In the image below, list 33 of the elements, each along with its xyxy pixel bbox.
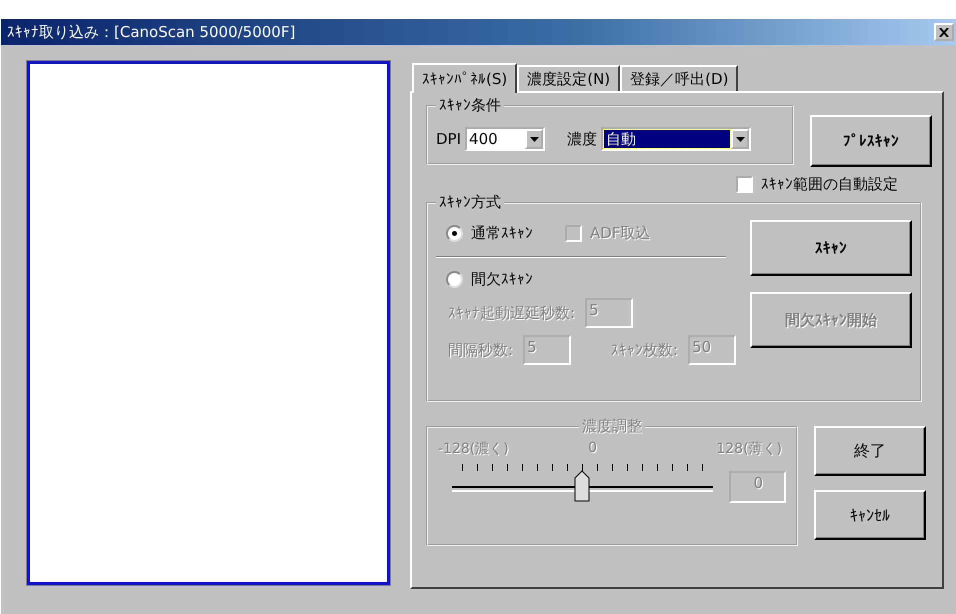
radio-label: 間欠ｽｷｬﾝ xyxy=(471,270,533,288)
checkbox[interactable] xyxy=(736,176,753,193)
field-label: ｽｷｬﾝ枚数: xyxy=(611,340,678,360)
radio-button[interactable] xyxy=(446,224,463,242)
dialog-button[interactable]: 終了 xyxy=(814,426,926,476)
dropdown-arrow-icon xyxy=(530,136,539,142)
close-button[interactable] xyxy=(934,23,954,41)
radio-button[interactable] xyxy=(446,270,463,288)
density-label: 濃度 xyxy=(567,130,598,148)
dropdown-arrow-icon xyxy=(736,136,745,142)
scale-label: -128(濃く) xyxy=(438,440,509,458)
density-dropdown[interactable]: 自動 xyxy=(601,127,752,151)
group-legend: 濃度調整 xyxy=(579,417,645,436)
window-title: ｽｷｬﾅ取り込み：[CanoScan 5000/5000F] xyxy=(7,22,296,42)
dpi-label: DPI xyxy=(436,130,462,148)
scan-button[interactable]: ｽｷｬﾝ xyxy=(750,220,912,276)
field-label: ｽｷｬﾅ起動遅延秒数: xyxy=(448,304,576,322)
group-legend: ｽｷｬﾝ条件 xyxy=(436,96,504,115)
checkbox-label: ADF取込 xyxy=(590,224,650,242)
tab[interactable]: ｽｷｬﾝﾊﾟﾈﾙ(S) xyxy=(412,63,518,93)
prescan-button[interactable]: ﾌﾟﾚｽｷｬﾝ xyxy=(810,115,932,167)
close-icon xyxy=(939,28,949,36)
scale-label: 0 xyxy=(588,440,597,458)
tab[interactable]: 濃度設定(N) xyxy=(517,65,620,91)
radio-label: 通常ｽｷｬﾝ xyxy=(471,224,533,242)
dpi-dropdown[interactable]: 400 xyxy=(465,127,546,151)
tab[interactable]: 登録／呼出(D) xyxy=(620,65,738,91)
field-label: 間隔秒数: xyxy=(448,340,514,360)
dialog-button[interactable]: ｷｬﾝｾﾙ xyxy=(814,490,926,540)
checkbox-label: ｽｷｬﾝ範囲の自動設定 xyxy=(761,175,898,194)
group-legend: ｽｷｬﾝ方式 xyxy=(436,193,504,212)
scale-label: 128(薄く) xyxy=(716,440,782,458)
value-field: 0 xyxy=(728,471,786,503)
